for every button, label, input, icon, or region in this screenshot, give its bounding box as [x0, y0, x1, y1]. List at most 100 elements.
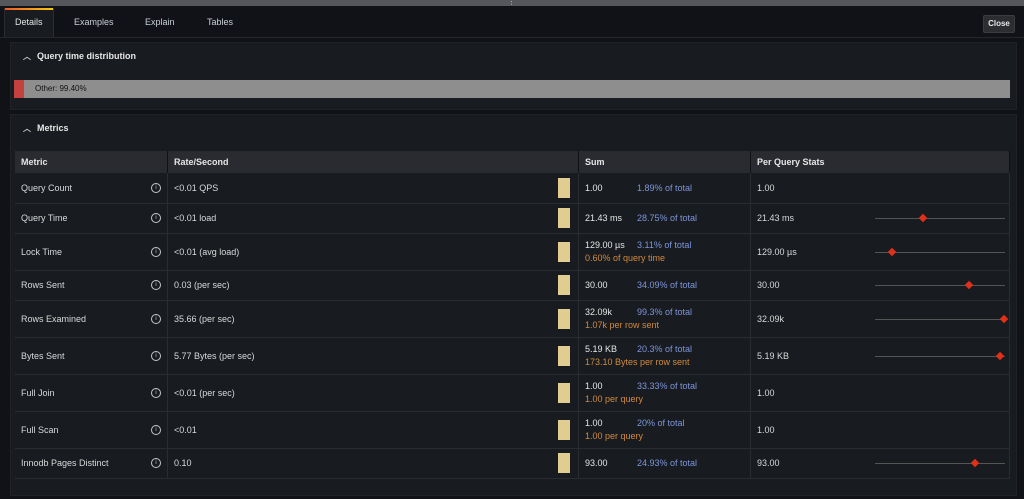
- sparkline-marker: [970, 458, 980, 468]
- sum-subtext: 1.00 per query: [585, 431, 644, 441]
- sum-value: 1.00: [585, 418, 603, 428]
- sum-value: 32.09k: [585, 307, 613, 317]
- sum-percent: 1.89% of total: [637, 182, 693, 193]
- rate-value: 5.77 Bytes (per sec): [174, 350, 255, 361]
- info-icon[interactable]: i: [151, 387, 161, 398]
- info-icon[interactable]: i: [151, 182, 161, 193]
- sum-percent: 24.93% of total: [637, 458, 698, 468]
- sparkline-marker: [964, 280, 973, 290]
- rate-cell: <0.01 load: [167, 203, 579, 234]
- rate-mini-bar: [558, 241, 570, 262]
- per-query-value: 1.00: [757, 424, 775, 435]
- sum-cell: 32.09k 99.3% of total 1.07k per row sent: [578, 300, 751, 338]
- metric-cell: Query Count i: [15, 173, 168, 204]
- sparkline-marker: [918, 213, 928, 223]
- per-query-sparkline: [875, 280, 1005, 290]
- metric-name: Query Time: [21, 213, 68, 223]
- sparkline-marker: [995, 351, 1005, 360]
- sum-cell: 21.43 ms 28.75% of total: [578, 203, 751, 234]
- chevron-up-icon[interactable]: ︿: [23, 116, 37, 142]
- drag-grip-icon[interactable]: ⋮: [508, 0, 515, 6]
- per-query-cell: 1.00: [750, 411, 1010, 449]
- table-row: Full Join i <0.01 (per sec) 1.00 33.33% of t…: [15, 374, 1010, 412]
- rate-mini-bar: [558, 308, 570, 329]
- col-metric: Metric: [15, 151, 168, 173]
- sum-percent: 28.75% of total: [637, 213, 698, 223]
- col-rate: Rate/Second: [167, 151, 579, 173]
- query-time-distribution-panel: ︿ Query time distribution: [10, 42, 1017, 110]
- info-icon[interactable]: i: [151, 424, 161, 435]
- per-query-cell: 32.09k: [750, 300, 1010, 338]
- rate-cell: 0.10: [167, 448, 579, 479]
- per-query-sparkline: [875, 213, 1005, 223]
- metric-name: Full Join: [21, 387, 55, 398]
- per-query-sparkline: [875, 351, 1005, 360]
- rate-cell: <0.01 (avg load): [167, 233, 579, 271]
- sum-subtext: 173.10 Bytes per row sent: [585, 357, 690, 367]
- metric-cell: Full Join i: [15, 374, 168, 412]
- per-query-value: 5.19 KB: [757, 350, 790, 361]
- sum-value: 30.00: [585, 280, 608, 290]
- table-row: Full Scan i <0.01 1.00 20% of total 1.00 per …: [15, 411, 1010, 449]
- rate-value: <0.01: [174, 424, 197, 435]
- rate-value: 0.10: [174, 458, 192, 468]
- tab-details[interactable]: Details: [5, 8, 52, 38]
- chevron-up-icon[interactable]: ︿: [23, 44, 37, 70]
- metric-name: Rows Sent: [21, 280, 65, 290]
- tab-examples[interactable]: Examples: [74, 8, 114, 36]
- sum-cell: 1.00 33.33% of total 1.00 per query: [578, 374, 751, 412]
- distribution-segment-slow: [14, 80, 24, 98]
- sum-percent: 34.09% of total: [637, 280, 698, 290]
- distribution-title: Query time distribution: [37, 51, 137, 61]
- info-icon[interactable]: i: [151, 458, 161, 468]
- per-query-value: 21.43 ms: [757, 213, 795, 223]
- distribution-bar[interactable]: Other: 99.40%: [14, 80, 1010, 98]
- metrics-table: Metric Rate/Second Sum Per Query Stats Q…: [15, 151, 1010, 479]
- metric-cell: Bytes Sent i: [15, 337, 168, 375]
- col-per-query: Per Query Stats: [750, 151, 1010, 173]
- rate-value: <0.01 (per sec): [174, 387, 235, 398]
- rate-value: <0.01 load: [174, 213, 217, 223]
- rate-cell: <0.01 QPS: [167, 173, 579, 204]
- tab-tables[interactable]: Tables: [207, 8, 233, 36]
- rate-mini-bar: [558, 177, 570, 198]
- sum-subtext: 0.60% of query time: [585, 253, 666, 263]
- sum-cell: 1.00 1.89% of total: [578, 173, 751, 204]
- sum-percent: 20% of total: [637, 418, 685, 428]
- rate-mini-bar: [558, 275, 570, 295]
- sum-cell: 93.00 24.93% of total: [578, 448, 751, 479]
- metric-name: Innodb Pages Distinct: [21, 458, 109, 468]
- rate-cell: <0.01 (per sec): [167, 374, 579, 412]
- info-icon[interactable]: i: [151, 313, 161, 324]
- rate-cell: <0.01: [167, 411, 579, 449]
- metric-cell: Full Scan i: [15, 411, 168, 449]
- close-button[interactable]: Close: [983, 15, 1015, 33]
- rate-value: <0.01 (avg load): [174, 246, 240, 257]
- table-row: Query Count i <0.01 QPS 1.00 1.89% of total 1…: [15, 173, 1010, 204]
- metrics-title: Metrics: [37, 123, 69, 133]
- table-row: Innodb Pages Distinct i 0.10 93.00 24.93% of…: [15, 448, 1010, 479]
- per-query-value: 30.00: [757, 280, 780, 290]
- table-row: Bytes Sent i 5.77 Bytes (per sec) 5.19 KB 20…: [15, 337, 1010, 375]
- info-icon[interactable]: i: [151, 246, 161, 257]
- sum-value: 1.00: [585, 182, 603, 193]
- per-query-sparkline: [875, 314, 1008, 323]
- info-icon[interactable]: i: [151, 280, 161, 290]
- resize-handle[interactable]: ⋮: [0, 0, 1024, 6]
- rate-value: 35.66 (per sec): [174, 313, 235, 324]
- tab-explain[interactable]: Explain: [145, 8, 175, 36]
- rate-mini-bar: [558, 453, 570, 473]
- sum-value: 129.00 µs: [585, 240, 625, 250]
- info-icon[interactable]: i: [151, 213, 161, 223]
- per-query-value: 1.00: [757, 387, 775, 398]
- metric-name: Full Scan: [21, 424, 59, 435]
- per-query-value: 32.09k: [757, 313, 785, 324]
- per-query-value: 93.00: [757, 458, 780, 468]
- info-icon[interactable]: i: [151, 350, 161, 361]
- sum-value: 21.43 ms: [585, 213, 623, 223]
- metrics-header[interactable]: ︿ Metrics: [23, 115, 69, 141]
- rate-cell: 0.03 (per sec): [167, 270, 579, 301]
- metric-name: Query Count: [21, 182, 73, 193]
- distribution-header[interactable]: ︿ Query time distribution: [23, 43, 136, 69]
- sum-cell: 30.00 34.09% of total: [578, 270, 751, 301]
